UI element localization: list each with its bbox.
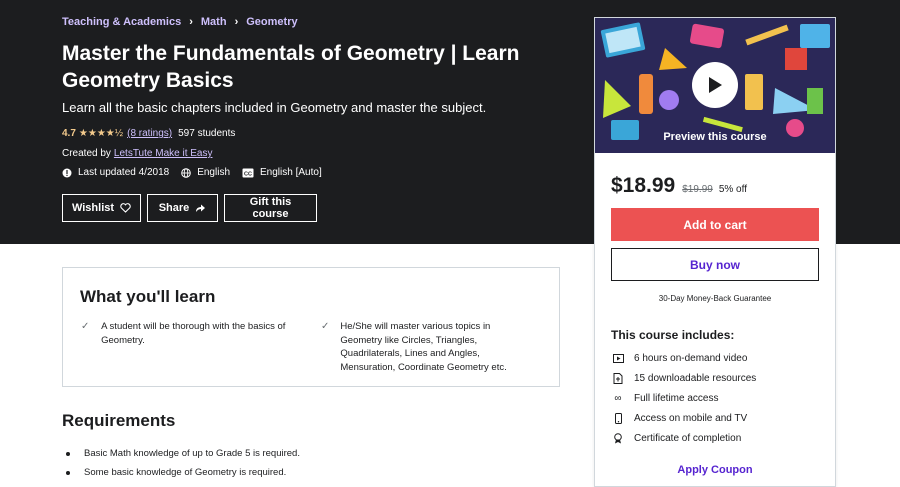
breadcrumb-link-math[interactable]: Math bbox=[201, 16, 227, 28]
money-back-guarantee: 30-Day Money-Back Guarantee bbox=[658, 294, 772, 303]
globe-icon bbox=[181, 167, 192, 178]
share-label: Share bbox=[158, 202, 190, 214]
created-by-label: Created by bbox=[62, 148, 111, 159]
chevron-right-icon: › bbox=[189, 16, 193, 28]
rating-value: 4.7 bbox=[62, 128, 76, 139]
check-icon: ✓ bbox=[81, 321, 90, 332]
preview-label: Preview this course bbox=[663, 131, 767, 143]
buy-now-button[interactable]: Buy now bbox=[611, 248, 819, 281]
svg-text:CC: CC bbox=[244, 171, 252, 177]
course-title: Master the Fundamentals of Geometry | Le… bbox=[62, 42, 520, 92]
requirements-title: Requirements bbox=[62, 411, 176, 430]
learn-item-text: He/She will master various topics in Geo… bbox=[340, 321, 507, 373]
wishlist-button[interactable]: Wishlist bbox=[62, 194, 141, 222]
requirement-item: Basic Math knowledge of up to Grade 5 is… bbox=[66, 444, 300, 463]
include-text: 6 hours on-demand video bbox=[634, 352, 748, 364]
requirement-item: Some basic knowledge of Geometry is requ… bbox=[66, 463, 300, 482]
course-captions: CC English [Auto] bbox=[242, 167, 322, 178]
learn-title: What you'll learn bbox=[80, 287, 216, 306]
language-text: English bbox=[197, 167, 231, 178]
created-by: Created by LetsTute Make it Easy bbox=[62, 148, 212, 159]
header-actions: Wishlist Share Gift this course bbox=[62, 194, 323, 222]
learn-item-text: A student will be thorough with the basi… bbox=[101, 321, 286, 346]
play-icon bbox=[709, 77, 722, 93]
check-icon: ✓ bbox=[321, 321, 330, 332]
learn-item: ✓ He/She will master various topics in G… bbox=[321, 320, 526, 374]
gift-label: Gift this course bbox=[249, 196, 292, 220]
author-link[interactable]: LetsTute Make it Easy bbox=[114, 148, 213, 159]
certificate-icon bbox=[611, 432, 625, 444]
requirements-list: Basic Math knowledge of up to Grade 5 is… bbox=[66, 444, 300, 482]
includes-list: 6 hours on-demand video 15 downloadable … bbox=[611, 348, 756, 448]
closed-captions-icon: CC bbox=[242, 168, 254, 178]
breadcrumb-link-teaching[interactable]: Teaching & Academics bbox=[62, 16, 181, 28]
current-price: $18.99 bbox=[611, 174, 676, 197]
course-subtitle: Learn all the basic chapters included in… bbox=[62, 100, 487, 115]
captions-text: English [Auto] bbox=[260, 167, 322, 178]
rating-row: 4.7 ★★★★½ (8 ratings) 597 students bbox=[62, 128, 235, 139]
mobile-icon bbox=[611, 412, 625, 424]
chevron-right-icon: › bbox=[234, 16, 239, 28]
discount-percent: 5% off bbox=[718, 184, 747, 195]
last-updated: Last updated 4/2018 bbox=[62, 167, 169, 178]
last-updated-text: Last updated 4/2018 bbox=[78, 167, 170, 178]
requirement-text: Basic Math knowledge of up to Grade 5 is… bbox=[84, 448, 300, 459]
video-icon bbox=[611, 353, 625, 363]
include-text: Certificate of completion bbox=[634, 432, 742, 444]
includes-title: This course includes: bbox=[611, 328, 735, 342]
include-text: 15 downloadable resources bbox=[634, 372, 757, 384]
include-item: 6 hours on-demand video bbox=[611, 348, 756, 368]
requirement-text: Some basic knowledge of Geometry is requ… bbox=[84, 467, 287, 478]
course-preview[interactable]: Preview this course bbox=[595, 18, 835, 153]
include-item: Certificate of completion bbox=[611, 428, 756, 448]
alert-badge-icon bbox=[62, 168, 72, 178]
what-youll-learn: What you'll learn ✓ A student will be th… bbox=[62, 267, 560, 387]
purchase-sidebar: Preview this course $18.99 $19.99 5% off… bbox=[594, 17, 836, 487]
share-button[interactable]: Share bbox=[147, 194, 218, 222]
include-text: Access on mobile and TV bbox=[634, 412, 748, 424]
include-item: ∞ Full lifetime access bbox=[611, 388, 756, 408]
include-text: Full lifetime access bbox=[634, 392, 719, 404]
infinity-icon: ∞ bbox=[614, 392, 622, 404]
ratings-count-link[interactable]: (8 ratings) bbox=[127, 128, 172, 139]
breadcrumb: Teaching & Academics › Math › Geometry bbox=[62, 16, 298, 28]
include-item: Access on mobile and TV bbox=[611, 408, 756, 428]
share-arrow-icon bbox=[195, 203, 206, 213]
file-icon bbox=[611, 372, 625, 384]
learn-item: ✓ A student will be thorough with the ba… bbox=[81, 320, 311, 347]
course-language: English bbox=[181, 167, 230, 178]
wishlist-label: Wishlist bbox=[71, 202, 115, 214]
play-button[interactable] bbox=[692, 62, 738, 108]
gift-course-button[interactable]: Gift this course bbox=[224, 194, 317, 222]
breadcrumb-link-geometry[interactable]: Geometry bbox=[246, 16, 297, 28]
bullet-icon bbox=[66, 451, 70, 456]
students-count: 597 students bbox=[178, 128, 236, 139]
include-item: 15 downloadable resources bbox=[611, 368, 756, 388]
price-row: $18.99 $19.99 5% off bbox=[611, 174, 747, 198]
original-price: $19.99 bbox=[682, 184, 713, 195]
course-meta: Last updated 4/2018 English CC English [… bbox=[62, 167, 334, 178]
apply-coupon-link[interactable]: Apply Coupon bbox=[595, 464, 835, 476]
bullet-icon bbox=[66, 470, 70, 475]
heart-icon bbox=[120, 203, 131, 213]
add-to-cart-button[interactable]: Add to cart bbox=[611, 208, 819, 241]
star-rating-icon: ★★★★½ bbox=[78, 128, 124, 139]
